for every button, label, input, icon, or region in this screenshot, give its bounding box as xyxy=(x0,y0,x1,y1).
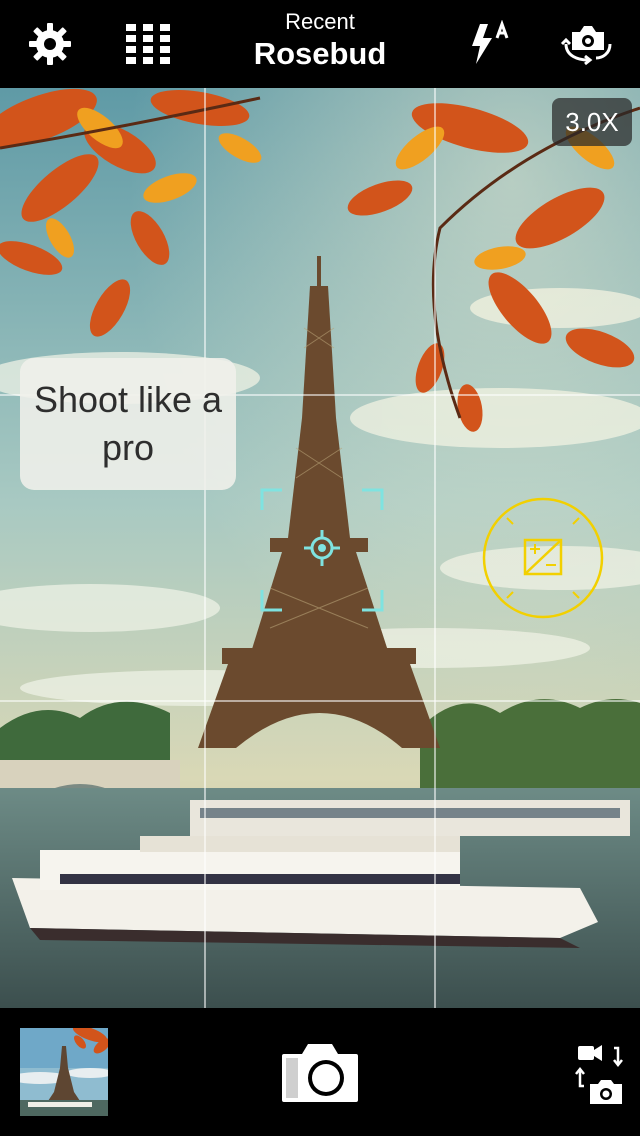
bottom-toolbar xyxy=(0,1008,640,1136)
settings-button[interactable] xyxy=(20,14,80,74)
switch-camera-button[interactable] xyxy=(558,14,618,74)
photo-thumbnail-image xyxy=(20,1028,108,1116)
grid-line-vertical xyxy=(204,88,206,1008)
grid-line-vertical xyxy=(434,88,436,1008)
filter-selector[interactable]: Recent Rosebud xyxy=(200,8,440,80)
tip-bubble: Shoot like a pro xyxy=(20,358,236,490)
filter-category-label: Recent xyxy=(285,9,355,34)
top-toolbar: Recent Rosebud xyxy=(0,0,640,88)
zoom-level-badge[interactable]: 3.0X xyxy=(552,98,632,146)
photo-video-mode-button[interactable] xyxy=(574,1044,626,1106)
focus-reticle[interactable] xyxy=(260,488,384,612)
grid-icon xyxy=(126,24,170,64)
filter-name-label: Rosebud xyxy=(253,36,387,71)
grid-button[interactable] xyxy=(118,14,178,74)
last-photo-thumbnail[interactable] xyxy=(20,1028,108,1116)
tip-text: Shoot like a pro xyxy=(33,379,223,468)
flash-button[interactable] xyxy=(458,14,518,74)
exposure-control[interactable] xyxy=(481,496,605,620)
gear-icon xyxy=(29,23,71,65)
grid-line-horizontal xyxy=(0,700,640,702)
focus-reticle-icon xyxy=(260,488,384,612)
flash-auto-icon xyxy=(472,20,509,64)
exposure-icon xyxy=(482,497,604,619)
camera-viewfinder[interactable]: 3.0X Shoot like a pro xyxy=(0,88,640,1008)
switch-camera-icon xyxy=(560,26,612,66)
camera-icon xyxy=(282,1044,358,1102)
photo-video-toggle-icon xyxy=(575,1045,623,1104)
shutter-button[interactable] xyxy=(280,1042,360,1104)
